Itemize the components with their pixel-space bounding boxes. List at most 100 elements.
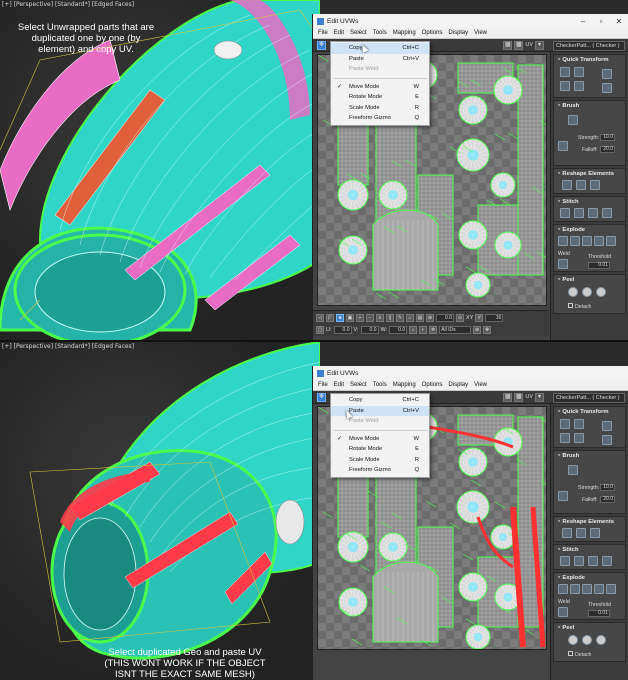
menu-item-copy[interactable]: Copy Ctrl+C (331, 395, 429, 406)
strength-field[interactable]: 10.0 (600, 484, 615, 491)
menu-view[interactable]: View (471, 382, 490, 388)
menu-item-copy[interactable]: Copy Ctrl+C (331, 43, 429, 54)
menu-item-paste[interactable]: Paste Ctrl+V (331, 54, 429, 65)
relax-dropdown-icon[interactable] (590, 528, 600, 538)
break-icon[interactable] (558, 584, 568, 594)
relax-icon[interactable] (576, 528, 586, 538)
grid-icon[interactable]: ▦ (503, 392, 513, 402)
pencil-icon[interactable] (558, 141, 568, 151)
explode-icon[interactable] (570, 584, 580, 594)
ids-dropdown[interactable]: All IDs (439, 326, 472, 334)
snap-icon[interactable]: ⊕ (426, 314, 434, 322)
move-tool-icon[interactable]: ✥ (317, 40, 326, 50)
menu-file[interactable]: File (315, 382, 331, 388)
checker-icon[interactable]: ▩ (514, 392, 524, 402)
shrink-icon[interactable]: − (366, 314, 374, 322)
select-vertex-icon[interactable]: ◁ (316, 314, 324, 322)
stitch-target-icon[interactable] (602, 556, 612, 566)
dropdown-icon[interactable]: ▾ (535, 40, 544, 50)
menu-options[interactable]: Options (419, 30, 446, 36)
peel-mode-icon[interactable] (568, 287, 578, 297)
select-element-icon[interactable]: ▣ (346, 314, 354, 322)
detach-icon[interactable] (594, 236, 604, 246)
peel-mode-icon[interactable] (568, 635, 578, 645)
menu-view[interactable]: View (471, 30, 490, 36)
detach-checkbox-label[interactable]: Detach (568, 303, 591, 310)
absolute-icon[interactable]: ▢ (316, 326, 324, 334)
filter-icon[interactable]: ▤ (416, 314, 424, 322)
flatten-icon[interactable] (582, 584, 592, 594)
menu-select[interactable]: Select (347, 30, 370, 36)
straighten-icon[interactable] (562, 528, 572, 538)
menu-item-freeform-gizmo[interactable]: Freeform Gizmo Q (331, 465, 429, 476)
mirror-icon[interactable] (574, 81, 584, 91)
checker-icon[interactable]: ▩ (514, 40, 524, 50)
rotate-icon[interactable] (574, 419, 584, 429)
zoom-icon[interactable]: ⊕ (473, 326, 482, 334)
angle-field[interactable]: 0.0 (436, 314, 454, 322)
planar-icon[interactable] (606, 584, 616, 594)
w-field[interactable]: 0.0 (389, 326, 408, 334)
flatten-icon[interactable] (582, 236, 592, 246)
threshold-field[interactable]: 0.01 (588, 262, 610, 269)
menu-item-rotate-mode[interactable]: Rotate Mode E (331, 444, 429, 455)
peel-reset-icon[interactable] (582, 635, 592, 645)
stitch-source-icon[interactable] (574, 556, 584, 566)
break-icon[interactable] (558, 236, 568, 246)
pan-icon[interactable]: ✥ (483, 326, 492, 334)
uv-label[interactable]: UV (525, 394, 533, 400)
stitch-target-icon[interactable] (602, 208, 612, 218)
ring-icon[interactable]: ∥ (386, 314, 394, 322)
peel-quick-icon[interactable] (596, 635, 606, 645)
v-field[interactable]: 0.0 (360, 326, 379, 334)
loop-icon[interactable]: ≡ (376, 314, 384, 322)
menu-item-freeform-gizmo[interactable]: Freeform Gizmo Q (331, 113, 429, 124)
brush-icon[interactable] (568, 465, 578, 475)
grid-icon[interactable]: ▦ (503, 40, 513, 50)
menu-mapping[interactable]: Mapping (390, 30, 419, 36)
peel-quick-icon[interactable] (596, 287, 606, 297)
menu-item-move-mode[interactable]: ✓ Move Mode W (331, 82, 429, 93)
weld-icon[interactable] (558, 607, 568, 617)
dropdown-icon[interactable]: ▾ (535, 392, 544, 402)
align-horizontal-icon[interactable] (602, 435, 612, 445)
stitch-average-icon[interactable] (588, 208, 598, 218)
align-icon[interactable] (560, 67, 570, 77)
menu-edit[interactable]: Edit (331, 382, 347, 388)
straighten-icon[interactable] (562, 180, 572, 190)
menu-edit[interactable]: Edit (331, 30, 347, 36)
falloff-field[interactable]: 20.0 (600, 496, 615, 503)
menu-item-scale-mode[interactable]: Scale Mode R (331, 103, 429, 114)
close-button[interactable]: ✕ (610, 17, 628, 26)
menu-item-rotate-mode[interactable]: Rotate Mode E (331, 92, 429, 103)
explode-icon[interactable] (570, 236, 580, 246)
grid-snap-icon[interactable]: # (475, 314, 484, 322)
lock-icon[interactable]: ⌂ (406, 314, 414, 322)
stitch-custom-icon[interactable] (560, 208, 570, 218)
menu-item-scale-mode[interactable]: Scale Mode R (331, 455, 429, 466)
paint-select-icon[interactable]: ✎ (396, 314, 404, 322)
align-horizontal-icon[interactable] (602, 83, 612, 93)
menu-item-move-mode[interactable]: ✓ Move Mode W (331, 434, 429, 445)
menu-file[interactable]: File (315, 30, 331, 36)
minimize-button[interactable]: – (574, 17, 592, 26)
weld-icon[interactable] (558, 259, 568, 269)
align-vertical-icon[interactable] (602, 421, 612, 431)
stitch-average-icon[interactable] (588, 556, 598, 566)
relax-icon[interactable] (576, 180, 586, 190)
menu-tools[interactable]: Tools (370, 382, 390, 388)
mirror-icon[interactable] (574, 433, 584, 443)
grid-field[interactable]: 16 (485, 314, 504, 322)
viewport-label[interactable]: [+] [Perspective] [Standard*] [Edged Fac… (2, 1, 134, 8)
viewport-top[interactable]: [+] [Perspective] [Standard*] [Edged Fac… (0, 0, 320, 340)
lock-coords-icon[interactable]: ⌂ (409, 326, 418, 334)
menu-select[interactable]: Select (347, 382, 370, 388)
detach-icon[interactable] (594, 584, 604, 594)
detach-checkbox-label[interactable]: Detach (568, 651, 591, 658)
select-face-icon[interactable]: ■ (336, 314, 344, 322)
flip-icon[interactable] (560, 81, 570, 91)
menu-display[interactable]: Display (445, 382, 471, 388)
stitch-source-icon[interactable] (574, 208, 584, 218)
checkbox-icon[interactable] (568, 303, 573, 308)
checkbox-icon[interactable] (568, 651, 573, 656)
